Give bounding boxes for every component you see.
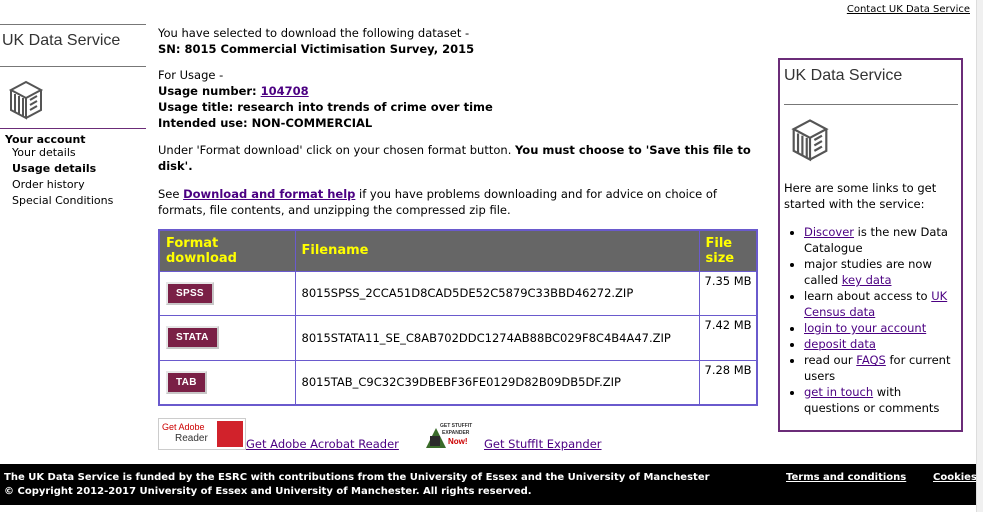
adobe-reader-link[interactable]: Get Adobe Acrobat Reader: [246, 437, 399, 451]
footer-funding-text: The UK Data Service is funded by the ESR…: [4, 472, 710, 483]
uk-data-service-cube-icon: [3, 78, 49, 125]
account-divider: [0, 128, 146, 129]
right-intro-text: Here are some links to get started with …: [784, 181, 937, 211]
list-item: learn about access to UK Census data: [804, 288, 960, 320]
tab-format-button[interactable]: TAB: [166, 370, 207, 394]
for-usage-label: For Usage -: [158, 68, 224, 82]
get-in-touch-link[interactable]: get in touch: [804, 385, 873, 399]
usage-number-label: Usage number:: [158, 84, 257, 98]
account-item-order-history[interactable]: Order history: [12, 178, 85, 191]
stuffit-badge-line1: GET STUFFIT: [440, 423, 473, 429]
table-header-row: Format download Filename File size: [158, 229, 758, 272]
account-item-your-details[interactable]: Your details: [12, 146, 76, 159]
filename-cell: 8015SPSS_2CCA51D8CAD5DE52C5879C33BBD4627…: [294, 270, 700, 317]
intended-use: Intended use: NON-COMMERCIAL: [158, 116, 373, 130]
format-cell: STATA: [158, 315, 296, 361]
list-item: login to your account: [804, 320, 960, 336]
adobe-logo-icon: [217, 421, 243, 447]
login-link[interactable]: login to your account: [804, 321, 926, 335]
list-item: deposit data: [804, 336, 960, 352]
adobe-badge-line2: Reader: [175, 433, 208, 444]
usage-title: Usage title: research into trends of cri…: [158, 100, 493, 114]
faqs-link[interactable]: FAQS: [856, 353, 886, 367]
list-item: read our FAQS for current users: [804, 352, 960, 384]
help-text: See Download and format help if you have…: [158, 186, 762, 218]
right-divider: [784, 104, 958, 105]
left-top-divider: [0, 24, 146, 25]
right-links-list: Discover is the new Data Catalogue major…: [784, 224, 960, 416]
usage-number-row: Usage number: 104708: [158, 83, 309, 99]
footer: The UK Data Service is funded by the ESR…: [0, 464, 977, 505]
format-cell: TAB: [158, 359, 296, 406]
download-format-help-link[interactable]: Download and format help: [183, 187, 355, 201]
stata-format-button[interactable]: STATA: [166, 326, 219, 350]
stuffit-expander-link[interactable]: Get StuffIt Expander: [484, 437, 602, 451]
faqs-pre: read our: [804, 353, 853, 367]
format-cell: SPSS: [158, 270, 296, 317]
download-table: Format download Filename File size SPSS …: [158, 229, 758, 406]
list-item: Discover is the new Data Catalogue: [804, 224, 960, 256]
account-item-special-conditions[interactable]: Special Conditions: [12, 194, 113, 207]
adobe-badge-line1: Get Adobe: [162, 422, 205, 432]
stuffit-badge-line3: Now!: [448, 437, 468, 446]
list-item: major studies are now called key data: [804, 256, 960, 288]
footer-copyright-text: © Copyright 2012-2017 University of Esse…: [4, 486, 532, 497]
file-size-cell: 7.42 MB: [698, 315, 758, 361]
census-text: learn about access to: [804, 289, 928, 303]
file-size-cell: 7.35 MB: [698, 270, 758, 317]
table-row: STATA 8015STATA11_SE_C8AB702DDC1274AB88B…: [158, 315, 758, 361]
header-file-size: File size: [698, 229, 758, 272]
file-size-cell: 7.28 MB: [698, 359, 758, 406]
intro-line: You have selected to download the follow…: [158, 26, 470, 40]
header-format-download: Format download: [158, 229, 296, 272]
help-see: See: [158, 187, 180, 201]
key-data-link[interactable]: key data: [842, 273, 892, 287]
instruction-pre: Under 'Format download' click on your ch…: [158, 143, 512, 157]
filename-cell: 8015TAB_C9C32C39DBEBF36FE0129D82B09DB5DF…: [294, 359, 700, 406]
stuffit-badge-line2: EXPANDER: [442, 430, 470, 436]
account-heading: Your account: [5, 133, 86, 146]
dataset-line: SN: 8015 Commercial Victimisation Survey…: [158, 42, 475, 56]
instruction-text: Under 'Format download' click on your ch…: [158, 142, 758, 174]
left-mid-divider: [0, 66, 146, 67]
table-row: TAB 8015TAB_C9C32C39DBEBF36FE0129D82B09D…: [158, 359, 758, 406]
scrollbar[interactable]: [976, 0, 983, 512]
left-logo-text: UK Data Service: [2, 32, 121, 49]
filename-cell: 8015STATA11_SE_C8AB702DDC1274AB88BC029F8…: [294, 315, 700, 361]
right-logo-text: UK Data Service: [784, 67, 903, 84]
header-filename: Filename: [294, 229, 700, 272]
right-info-box: UK Data Service Here are some links to g…: [778, 58, 963, 432]
cookies-link[interactable]: Cookies: [933, 472, 977, 483]
spss-format-button[interactable]: SPSS: [166, 281, 214, 305]
deposit-data-link[interactable]: deposit data: [804, 337, 876, 351]
table-row: SPSS 8015SPSS_2CCA51D8CAD5DE52C5879C33BB…: [158, 270, 758, 317]
list-item: get in touch with questions or comments: [804, 384, 960, 416]
terms-link[interactable]: Terms and conditions: [786, 472, 906, 483]
contact-link[interactable]: Contact UK Data Service: [847, 4, 970, 15]
discover-link[interactable]: Discover: [804, 225, 854, 239]
stuffit-expander-badge[interactable]: GET STUFFIT EXPANDER Now!: [422, 422, 484, 452]
usage-number-link[interactable]: 104708: [261, 84, 309, 98]
account-item-usage-details[interactable]: Usage details: [12, 162, 96, 175]
uk-data-service-cube-icon: [785, 115, 835, 168]
adobe-reader-badge[interactable]: Get Adobe Reader: [158, 418, 246, 450]
